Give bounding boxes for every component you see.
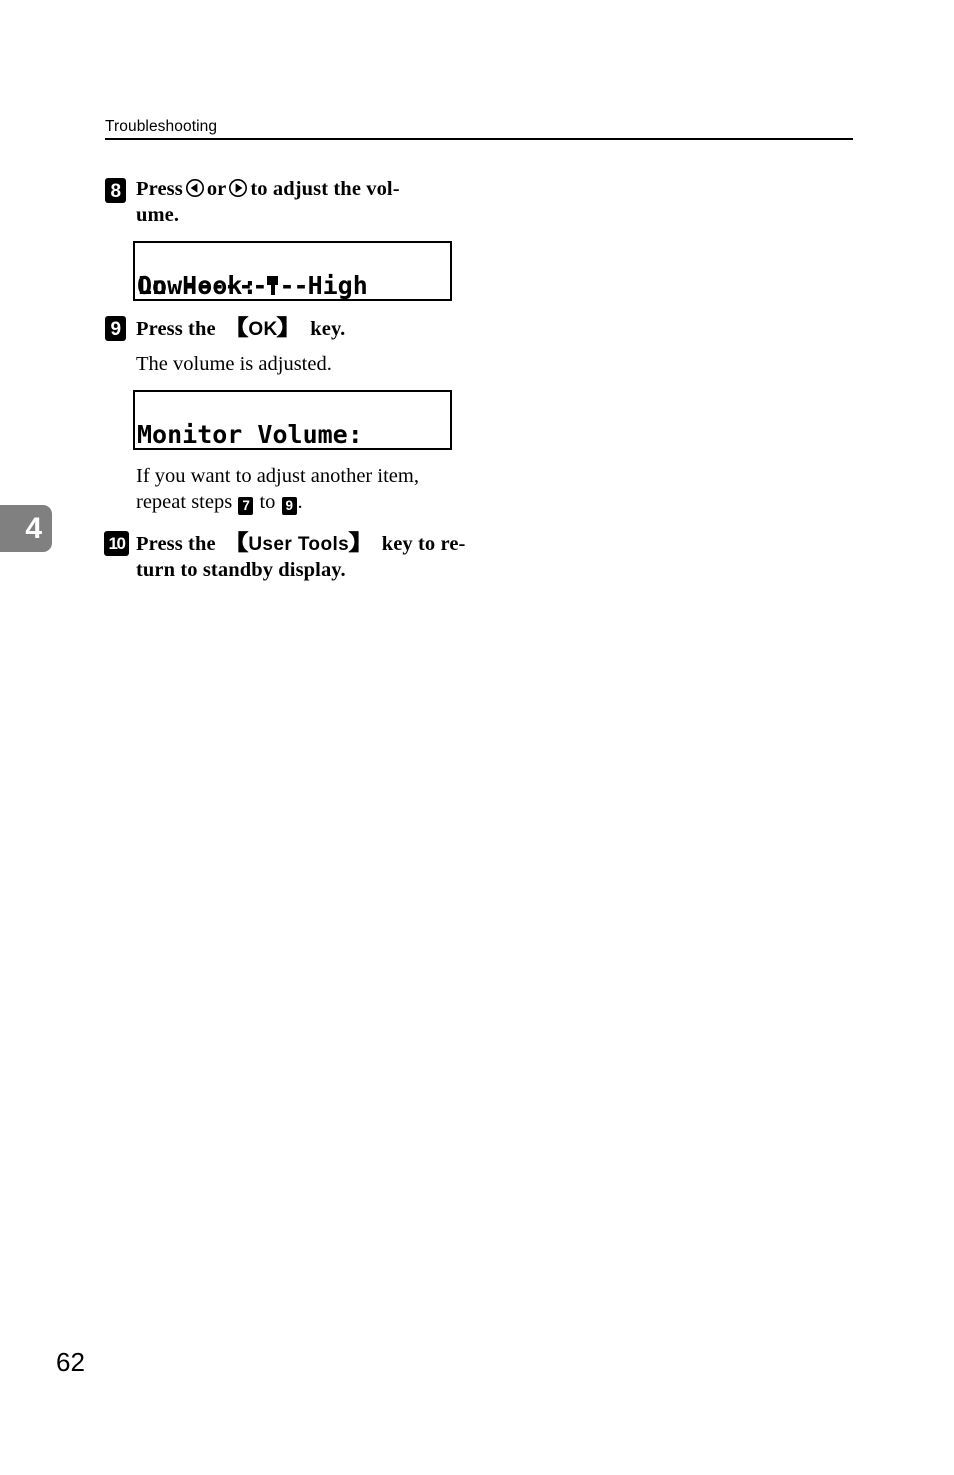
step-8-conjunction: or — [206, 178, 227, 200]
lcd1-row1: On Hook: ◀▶/OK — [135, 244, 450, 300]
header-rule — [105, 138, 853, 141]
ok-keycap: 【OK】 — [219, 315, 305, 341]
ok-keycap-label: OK — [248, 319, 278, 341]
inline-badge-step-7: 7 — [238, 496, 254, 515]
step-8-text-part2: to adjust the vol- — [250, 178, 400, 200]
step-10-line2: turn to standby display. — [136, 559, 346, 582]
step-8-text: Press or to adjust the vol- ume. — [136, 176, 470, 228]
repeat-note-suffix: . — [297, 491, 303, 514]
volume-low-label: Low — [137, 271, 183, 301]
lcd2-row2: 1.On Hook ◀▶ — [135, 421, 450, 450]
page-number: 62 — [56, 1347, 85, 1377]
volume-track-right: -- — [279, 271, 308, 301]
step-8-badge: 8 — [105, 178, 126, 203]
step-9-text-part2: key. — [310, 318, 346, 341]
step-9-result-label: The volume is adjusted. — [136, 353, 332, 376]
chapter-tab: 4 — [0, 505, 52, 552]
lcd1-ok-hint: /OK — [402, 299, 447, 301]
repeat-note-prefix: repeat steps — [136, 491, 233, 514]
right-arrow-key-icon — [228, 178, 248, 198]
monitor-volume-display: Monitor Volume: 1.On Hook ◀▶ — [133, 390, 452, 451]
step-10-badge: 10 — [104, 531, 129, 557]
repeat-note: If you want to adjust another item, repe… — [105, 463, 470, 515]
step-9-text: Press the 【OK】 key. — [136, 314, 470, 342]
step-10-text: Press the 【User Tools】 key to re- turn t… — [136, 529, 470, 583]
step-10-text-part1: Press the — [136, 533, 216, 556]
left-arrow-key-icon — [185, 178, 205, 198]
header-title: Troubleshooting — [105, 118, 218, 135]
volume-high-label: High — [307, 271, 368, 301]
step-9-text-part1: Press the — [136, 318, 216, 341]
step-10-text-part2: key to re- — [381, 533, 466, 556]
step-9-badge: 9 — [105, 316, 126, 342]
keycap-bracket-open: 【 — [219, 315, 250, 341]
lcd2-item: 1.On Hook — [137, 449, 272, 450]
content-column: 8 Press or to adjust the vol- ume. On Hook… — [104, 176, 470, 583]
step-9-result-text: The volume is adjusted. — [105, 351, 470, 377]
keycap-bracket-close: 】 — [276, 315, 307, 341]
step-9: 9 Press the 【OK】 key. — [105, 314, 470, 342]
repeat-note-line1: If you want to adjust another item, — [136, 465, 419, 488]
volume-slider: Low ------ -- High — [137, 272, 368, 300]
step-8-line2: ume. — [136, 204, 180, 227]
lcd1-hint: ◀▶/OK — [380, 300, 447, 301]
lcd1-row2: Low ------ -- High — [135, 272, 450, 300]
user-tools-keycap-label: User Tools — [248, 534, 350, 556]
step-8-text-part1: Press — [136, 178, 183, 200]
running-header: Troubleshooting — [105, 118, 853, 141]
user-tools-bracket-open: 【 — [219, 530, 250, 556]
inline-badge-step-9: 9 — [281, 496, 297, 515]
user-tools-bracket-close: 】 — [347, 530, 378, 556]
lcd2-row1: Monitor Volume: — [135, 393, 450, 449]
chapter-tab-number: 4 — [25, 511, 42, 545]
volume-track-left: ------ — [182, 271, 267, 301]
repeat-note-line2: repeat steps 7 to 9. — [136, 489, 470, 515]
user-tools-keycap: 【User Tools】 — [219, 530, 377, 556]
step-8: 8 Press or to adjust the vol- ume. — [105, 176, 470, 228]
step-10: 10 Press the 【User Tools】 key to re- tur… — [104, 529, 470, 583]
volume-position-marker — [266, 272, 279, 299]
on-hook-volume-display: On Hook: ◀▶/OK Low--------High — [133, 241, 452, 302]
repeat-note-middle: to — [259, 491, 276, 514]
